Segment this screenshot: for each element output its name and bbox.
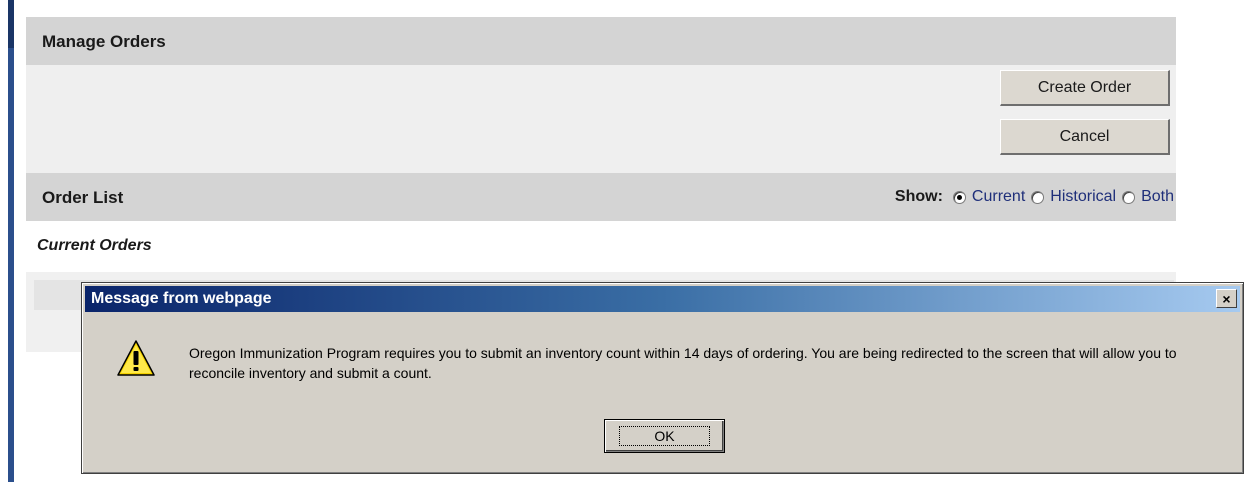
radio-historical-label[interactable]: Historical: [1050, 188, 1116, 206]
dialog-title: Message from webpage: [91, 290, 272, 307]
show-filter: Show: Current Historical Both: [895, 188, 1178, 206]
order-list-header: Order List Show: Current Historical Both: [26, 173, 1176, 221]
dialog-titlebar[interactable]: Message from webpage ×: [85, 286, 1240, 312]
radio-both-label[interactable]: Both: [1141, 188, 1174, 206]
current-orders-heading: Current Orders: [26, 221, 1176, 271]
order-list-title: Order List: [42, 188, 124, 207]
left-accent-bar: [8, 0, 14, 482]
close-icon[interactable]: ×: [1216, 289, 1237, 308]
warning-icon: [117, 340, 155, 376]
current-orders-label: Current Orders: [37, 237, 152, 254]
radio-both[interactable]: [1122, 190, 1136, 204]
ok-button-label: OK: [619, 426, 710, 446]
dialog-message: Oregon Immunization Program requires you…: [189, 345, 1177, 381]
message-dialog: Message from webpage × Oregon Immunizati…: [81, 282, 1244, 474]
show-label: Show:: [894, 188, 943, 205]
left-accent-cap: [8, 0, 14, 48]
radio-current-label[interactable]: Current: [972, 188, 1025, 206]
radio-current[interactable]: [952, 190, 966, 204]
ok-button[interactable]: OK: [604, 419, 725, 453]
cancel-button[interactable]: Cancel: [1000, 119, 1170, 155]
action-panel: Create Order Cancel: [26, 65, 1176, 173]
radio-historical[interactable]: [1031, 190, 1045, 204]
manage-orders-header: Manage Orders: [26, 17, 1176, 65]
manage-orders-page: Manage Orders Create Order Cancel Order …: [26, 17, 1176, 352]
manage-orders-title: Manage Orders: [42, 32, 166, 51]
create-order-button[interactable]: Create Order: [1000, 70, 1170, 106]
